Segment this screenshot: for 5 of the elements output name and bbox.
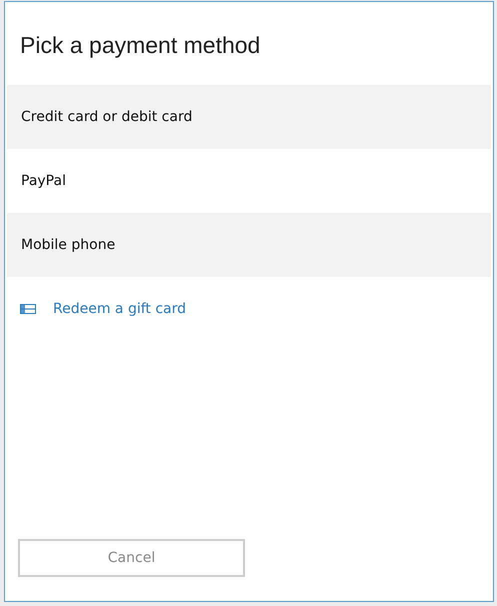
redeem-link[interactable]: Redeem a gift card: [53, 301, 186, 317]
dialog-title: Pick a payment method: [19, 31, 262, 60]
payment-option[interactable]: Credit card or debit card: [7, 85, 491, 149]
gift-card-icon: [20, 303, 36, 315]
payment-option[interactable]: Mobile phone: [7, 213, 491, 277]
